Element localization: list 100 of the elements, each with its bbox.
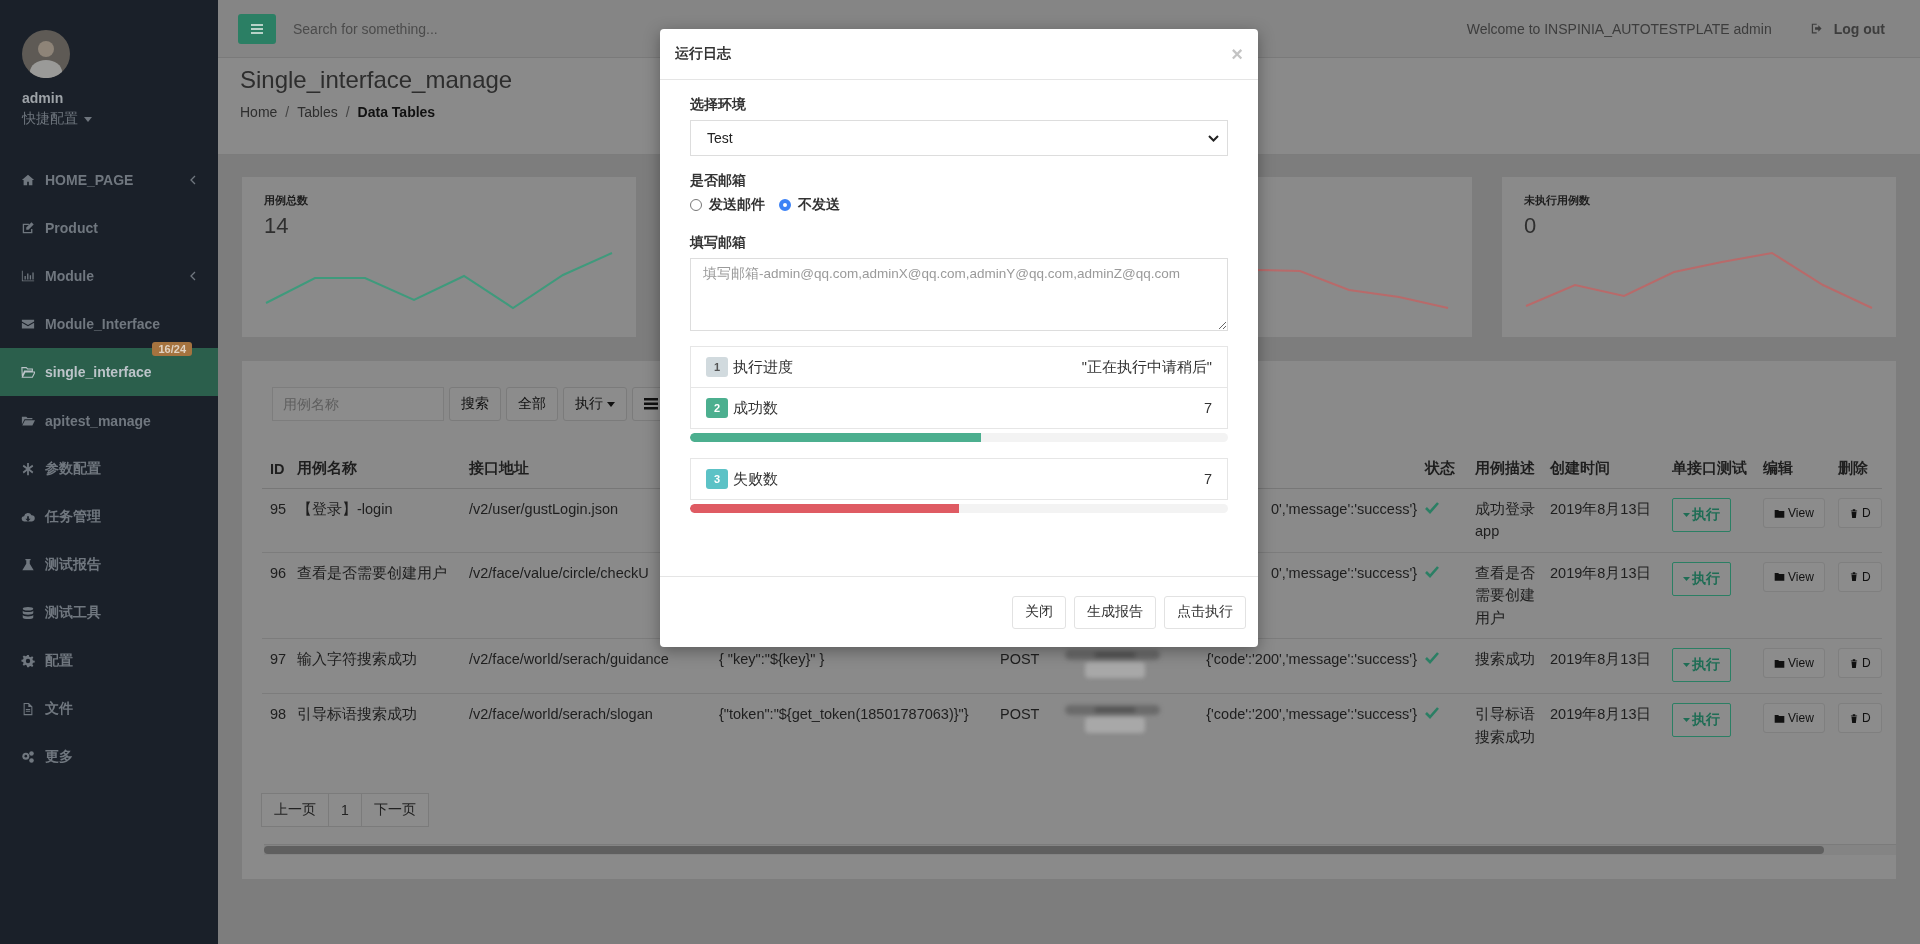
card-title: 未执行用例数 [1524,194,1590,206]
nav-item[interactable]: 更多 [0,733,218,782]
page-button[interactable]: 1 [328,793,362,828]
caret-icon [1683,663,1690,668]
table-cell: 查看是否需要创建用户 [297,564,447,581]
view-button[interactable]: View [1763,648,1825,679]
table-cell: /v2/face/value/circle/checkU [469,564,649,581]
menu-icon [251,23,263,34]
welcome-text: Welcome to INSPINIA_AUTOTESTPLATE admin [1466,20,1772,37]
table-cell: 97 [270,651,287,668]
trash-icon [1849,571,1859,583]
trash-icon [1849,657,1859,669]
number-badge: 2 [706,398,728,418]
dropdown-button[interactable]: 执行 [563,387,627,421]
scrollbar[interactable] [264,844,1896,855]
breadcrumb-separator: / [285,104,290,120]
delete-button[interactable]: D [1838,498,1882,528]
radio-icon[interactable] [779,199,791,211]
email-field[interactable]: 填写邮箱-admin@qq.com,adminX@qq.com,adminY@qq.com,adminZ@qq.com [690,258,1228,331]
table-cell: 输入字符搜索成功 [297,651,417,668]
progress-label: 失败数 [733,469,779,489]
gear-icon [21,654,35,668]
view-button[interactable]: View [1763,561,1825,592]
column-header: 状态 [1425,460,1455,476]
nav-item[interactable]: 测试报告 [0,540,218,589]
page-button[interactable]: 上一页 [261,793,329,828]
table-cell: /v2/user/gustLogin.json [469,501,619,517]
table-cell: 2019年8月13日 [1550,501,1652,517]
edit-icon [21,221,35,236]
delete-button[interactable]: D [1838,561,1882,592]
table-cell-text: 引导标语搜索成功 [1475,705,1535,747]
sign-out-icon [1810,22,1824,35]
database-icon [21,605,35,620]
breadcrumb-link[interactable]: Home [240,104,278,120]
column-header: 接口地址 [469,460,529,476]
table-cell: { "key":"${key}" } [719,651,825,668]
environment-select[interactable]: Test [690,120,1228,156]
page-button[interactable]: 下一页 [360,793,429,828]
file-icon [21,702,35,717]
table-cell: {"token":"${get_token(18501787063)}"} [719,706,969,723]
breadcrumb-separator: / [345,104,350,120]
count-badge: 16/24 [152,342,192,357]
table-cell: 0','message':'success'} [1270,564,1417,581]
field-label: 是否邮箱 [690,172,746,188]
field-label: 填写邮箱 [690,234,746,250]
table-cell: 95 [270,501,287,517]
progress-label: 执行进度 [733,357,794,377]
delete-button[interactable]: D [1838,648,1882,679]
nav-item[interactable]: 配置 [0,636,218,686]
nav-item[interactable]: HOME_PAGE [0,156,218,205]
page-title: Single_interface_manage [240,66,514,94]
dialog-button[interactable]: 点击执行 [1164,595,1246,629]
view-button[interactable]: View [1763,703,1825,734]
asterisk-icon [21,461,35,476]
toolbar-button[interactable]: 搜索 [449,387,501,421]
table-cell-text: 搜索成功 [1475,650,1535,670]
field-label: 选择环境 [690,96,746,112]
column-header: 创建时间 [1550,460,1610,476]
flask-icon [21,557,35,572]
progress-value: 7 [1203,400,1212,416]
caret-icon [1683,576,1690,581]
nav-item[interactable]: Product [0,204,218,253]
toolbar-button[interactable]: 全部 [506,387,558,421]
nav-item[interactable]: apitest_manage [0,396,218,445]
radio-option[interactable]: 不发送 [779,196,840,214]
delete-button[interactable]: D [1838,703,1882,734]
breadcrumb-link[interactable]: Data Tables [357,104,436,120]
table-cell: POST [1000,706,1040,723]
card-value: 0 [1524,213,1537,238]
breadcrumb-link[interactable]: Tables [297,104,338,120]
folder-open-icon [21,365,35,380]
column-header: ID [270,460,285,477]
nav-item[interactable]: Module [0,252,218,301]
caret-icon [1683,513,1690,517]
menu-button[interactable] [238,13,276,44]
dialog-button[interactable]: 关闭 [1012,595,1066,629]
table-cell: {'code':'200','message':'success'} [1206,651,1417,668]
folder-icon [1774,571,1785,583]
number-badge: 1 [706,357,728,377]
number-badge: 3 [706,469,728,489]
bar-chart-icon [21,269,35,284]
progress-label: 成功数 [733,398,779,418]
folder-icon [1774,712,1785,724]
nav-item[interactable]: 任务管理 [0,492,218,541]
table-cell: 2019年8月13日 [1550,651,1652,668]
nav-item[interactable]: 测试工具 [0,588,218,637]
logout-link[interactable]: Log out [1810,20,1885,37]
column-header: 单接口测试 [1672,460,1747,476]
caret-icon [607,401,615,407]
dialog-button[interactable]: 生成报告 [1074,595,1156,629]
quick-config-menu[interactable]: 快捷配置 [22,110,78,128]
column-header: 删除 [1838,460,1868,476]
nav-item[interactable]: 参数配置 [0,444,218,493]
progress-value: 7 [1203,471,1212,487]
radio-option[interactable]: 发送邮件 [690,196,765,214]
view-button[interactable]: View [1763,498,1825,528]
nav-item[interactable]: 文件 [0,685,218,734]
table-cell: 98 [270,706,287,723]
column-header: 用例名称 [297,460,357,476]
list-icon [644,398,658,410]
